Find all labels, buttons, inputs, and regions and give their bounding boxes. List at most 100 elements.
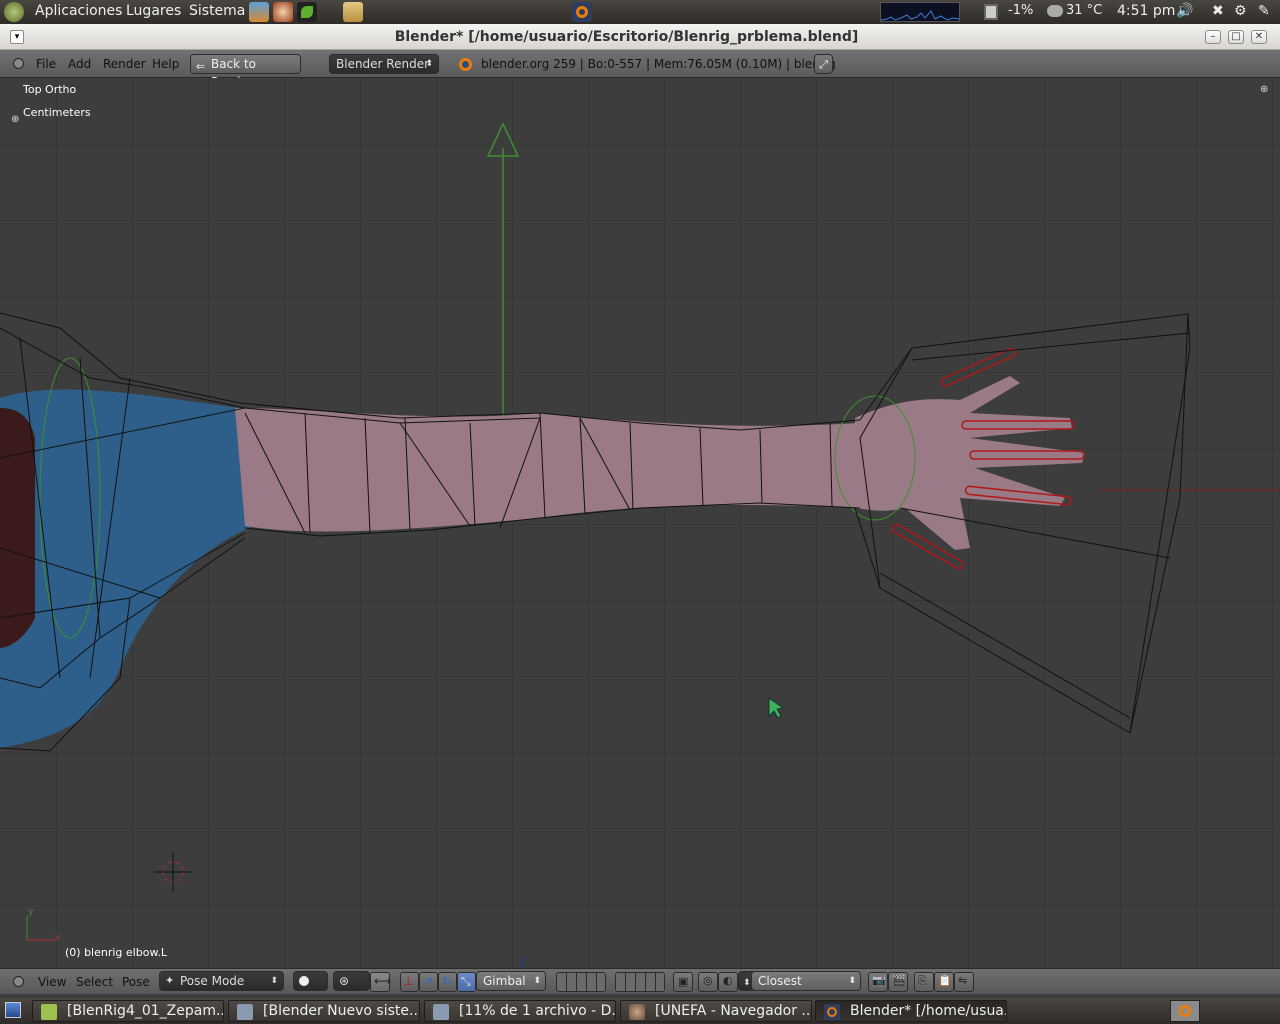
task-file-transfer[interactable]: [11% de 1 archivo - D... — [424, 1000, 616, 1022]
render-anim-button[interactable]: 🎬 — [888, 972, 908, 992]
arrow-icon: ↗ — [423, 974, 434, 988]
axis-x-label: x — [55, 933, 61, 943]
system-monitor-graph[interactable] — [880, 2, 960, 22]
task-label-3: [11% de 1 archivo - D... — [459, 1003, 616, 1019]
updown-arrows-icon: ⬍ — [425, 59, 433, 69]
workspace-switcher-icon[interactable] — [1170, 1000, 1200, 1022]
minimize-button[interactable]: – — [1205, 30, 1221, 44]
weather-cloud-icon[interactable] — [1047, 5, 1063, 17]
task-unefa-browser[interactable]: [UNEFA - Navegador ... — [620, 1000, 812, 1022]
proportional-icon: ◎ — [703, 974, 713, 987]
network-icon[interactable]: ✖ — [1212, 3, 1224, 19]
fullscreen-button[interactable]: ⤢ — [814, 54, 833, 74]
ubuntu-logo-icon[interactable] — [4, 2, 24, 22]
volume-icon[interactable]: 🔊 — [1176, 3, 1193, 19]
translate-manipulator[interactable]: ↗ — [419, 972, 438, 992]
menu-pose[interactable]: Pose — [122, 975, 150, 989]
paste-pose-button[interactable]: 📋 — [934, 972, 954, 992]
top-panel: Aplicaciones Lugares Sistema -1% 31 °C 4… — [0, 0, 1280, 24]
photo-app-launcher-icon[interactable] — [249, 2, 269, 22]
layer-buttons-group-2[interactable] — [615, 972, 665, 992]
render-engine-label: Blender Render — [336, 57, 430, 71]
scale-icon: ⤡ — [461, 974, 471, 988]
menu-lugares[interactable]: Lugares — [126, 3, 181, 19]
rotate-manipulator[interactable]: ↻ — [438, 972, 457, 992]
solid-shading-icon — [299, 976, 309, 986]
axis-manipulator-icon: ⊥ — [403, 974, 414, 988]
menu-help[interactable]: Help — [152, 57, 179, 71]
clock[interactable]: 4:51 pm — [1117, 3, 1175, 19]
3d-cursor — [154, 853, 192, 891]
close-button[interactable]: ✕ — [1251, 30, 1267, 44]
back-arrow-icon: ⇐ — [196, 60, 206, 73]
menu-add[interactable]: Add — [68, 57, 91, 71]
mode-select[interactable]: ✦ Pose Mode ⬍ — [159, 971, 284, 991]
copy-pose-button[interactable]: ⎘ — [914, 972, 934, 992]
cpu-usage: -1% — [1008, 3, 1034, 18]
folder-launcher-icon[interactable] — [343, 2, 363, 22]
active-object-label: (0) blenrig elbow.L — [65, 946, 168, 959]
layer-buttons-group-1[interactable] — [556, 972, 606, 992]
manipulator-toggle[interactable]: ⊥ — [400, 972, 419, 992]
bone-icon: ⟷ — [374, 974, 392, 988]
forearm-mesh — [235, 408, 860, 532]
task-blender-nuevo[interactable]: [Blender Nuevo siste... — [228, 1000, 420, 1022]
pivot-icon: ⊛ — [339, 974, 350, 988]
paste-icon: 📋 — [938, 974, 952, 987]
layers-icon: ▣ — [678, 975, 689, 988]
scale-manipulator[interactable]: ⤡ — [457, 972, 476, 992]
edit-pen-icon[interactable]: ✎ — [1258, 3, 1270, 19]
firefox-icon — [629, 1004, 645, 1020]
editor-type-icon[interactable] — [13, 58, 24, 69]
window-titlebar[interactable]: ▾ Blender* [/home/usuario/Escritorio/Ble… — [0, 24, 1280, 50]
menu-select[interactable]: Select — [76, 975, 113, 989]
menu-view[interactable]: View — [38, 975, 66, 989]
task-blenrig-zepam[interactable]: [BlenRig4_01_Zepam.... — [32, 1000, 224, 1022]
task-label-5: Blender* [/home/usua... — [850, 1003, 1007, 1019]
render-engine-select[interactable]: Blender Render ⬍ — [329, 54, 439, 74]
snap-toggle[interactable]: ◐ — [718, 972, 738, 992]
menu-sistema[interactable]: Sistema — [189, 3, 245, 19]
show-desktop-icon[interactable] — [5, 1002, 21, 1018]
orientation-arrows-icon: ⬍ — [533, 976, 541, 986]
3d-viewport[interactable]: Top Ortho ⊕ Centimeters ⊕ y x (0) blenri… — [0, 78, 1280, 968]
inkscape-launcher-icon[interactable] — [297, 2, 317, 22]
menu-aplicaciones[interactable]: Aplicaciones — [35, 3, 122, 19]
bottom-taskbar: [BlenRig4_01_Zepam.... [Blender Nuevo si… — [0, 998, 1280, 1024]
blender-task-icon — [824, 1004, 840, 1020]
onion-skin-button[interactable]: ⟷ — [370, 972, 392, 992]
menu-file[interactable]: File — [36, 57, 56, 71]
camera-icon: 📷 — [872, 974, 886, 987]
temperature: 31 °C — [1066, 3, 1103, 18]
scene-canvas[interactable]: y x — [0, 78, 1280, 968]
transfer-window-icon — [433, 1004, 449, 1020]
fullscreen-icon: ⤢ — [819, 58, 828, 71]
pivot-select[interactable]: ⊛ — [333, 971, 370, 991]
shirt-shadow — [0, 408, 35, 648]
task-blender[interactable]: Blender* [/home/usua... — [815, 1000, 1007, 1022]
proportional-edit-button[interactable]: ◎ — [698, 972, 718, 992]
snap-target-arrows-icon: ⬍ — [848, 976, 856, 986]
paste-flipped-button[interactable]: ⇋ — [954, 972, 974, 992]
menu-render[interactable]: Render — [103, 57, 146, 71]
text-editor-icon — [41, 1004, 57, 1020]
settings-gear-icon[interactable]: ⚙ — [1234, 3, 1247, 19]
editor-type-icon-bottom[interactable] — [13, 976, 24, 987]
axis-y-label: y — [28, 907, 34, 917]
flip-icon: ⇋ — [958, 974, 968, 987]
cpu-freq-icon[interactable] — [984, 4, 998, 20]
back-to-previous-button[interactable]: ⇐ Back to Previous — [190, 54, 301, 89]
viewport-shading-select[interactable] — [293, 971, 328, 991]
render-opengl-button[interactable]: 📷 — [868, 972, 888, 992]
blender-logo-icon — [459, 58, 472, 71]
maximize-button[interactable]: □ — [1228, 30, 1244, 44]
lock-layers-button[interactable]: ▣ — [673, 972, 693, 992]
orientation-select[interactable]: Gimbal ⬍ — [476, 971, 546, 991]
clapper-icon: 🎬 — [892, 974, 906, 987]
snap-arrows-icon: ⬍ — [743, 978, 751, 988]
task-label-1: [BlenRig4_01_Zepam.... — [67, 1003, 224, 1019]
blender-launcher-icon[interactable] — [572, 2, 592, 22]
scene-stats: blender.org 259 | Bo:0-557 | Mem:76.05M … — [481, 57, 836, 71]
web-browser-launcher-icon[interactable] — [273, 2, 293, 22]
snap-target-select[interactable]: Closest ⬍ — [751, 971, 861, 991]
